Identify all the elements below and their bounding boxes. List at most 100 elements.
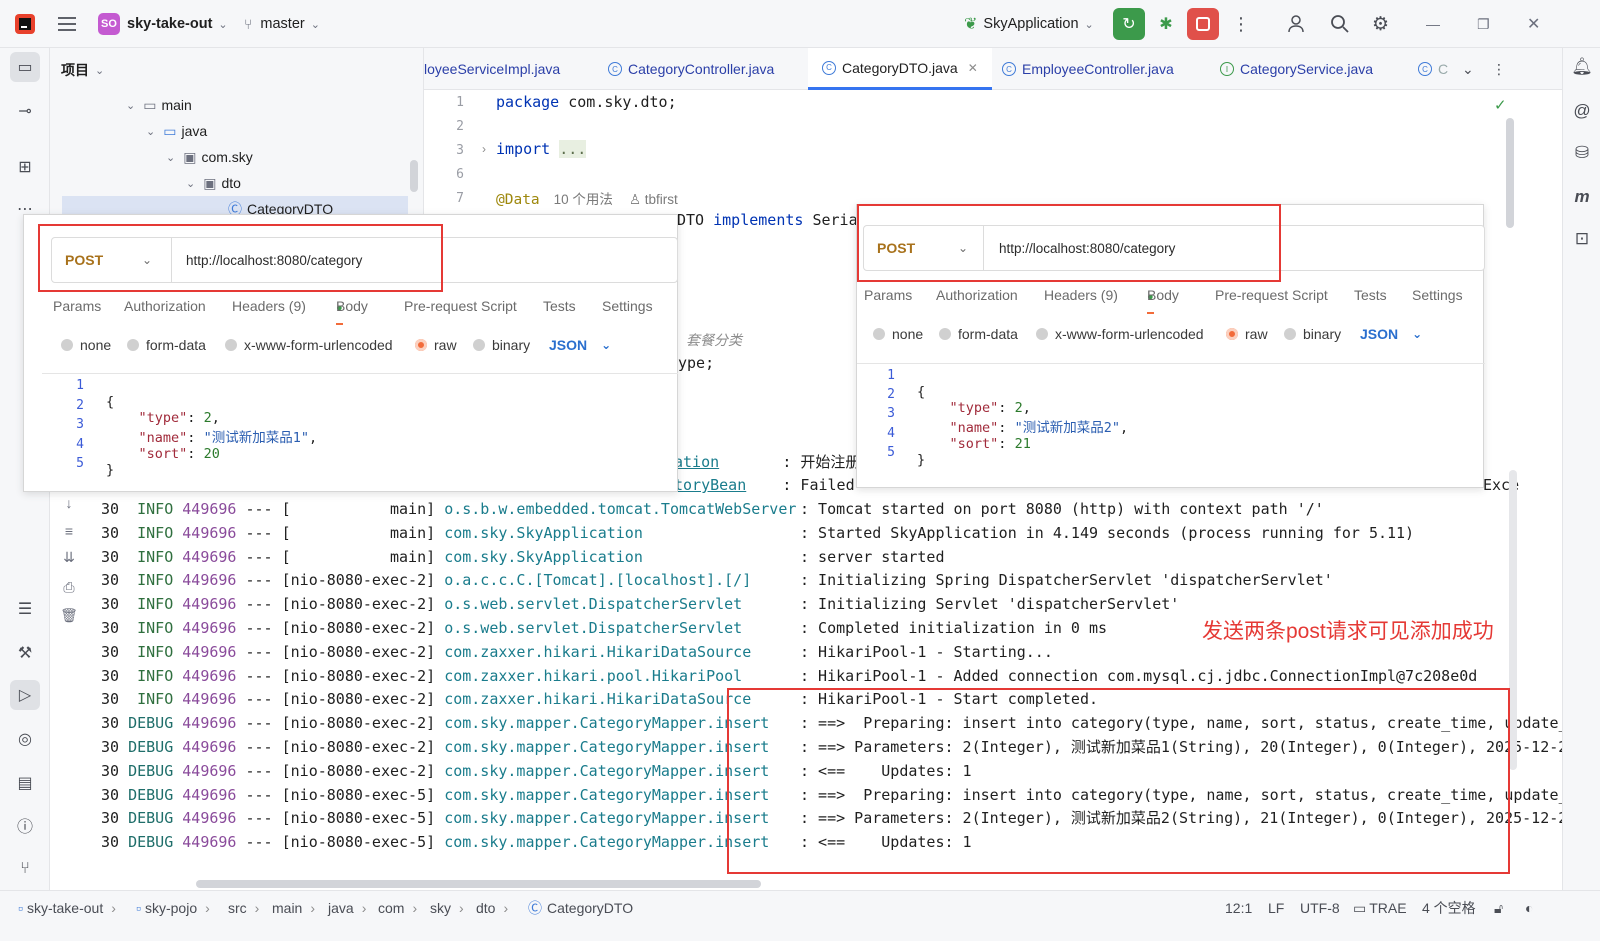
breadcrumb-item[interactable]: java › — [328, 891, 366, 925]
log-logger[interactable]: ation — [674, 453, 719, 471]
vcs-branch-widget[interactable]: ⑂ master ⌄ — [244, 0, 320, 48]
breadcrumb-item[interactable]: ▫ sky-pojo › — [136, 891, 210, 925]
debug-button[interactable]: ✱ — [1153, 0, 1179, 48]
breadcrumb-item[interactable]: sky › — [430, 891, 464, 925]
close-window-icon[interactable]: ✕ — [1527, 0, 1540, 48]
tab-params[interactable]: Params — [864, 287, 912, 303]
radio-form-data[interactable]: form-data — [127, 337, 206, 353]
notifications-bell-icon[interactable]: 🔔︎ — [1567, 52, 1597, 82]
tabs-more-icon[interactable]: ⋮ — [1492, 48, 1506, 90]
log-logger[interactable]: com.sky.mapper.CategoryMapper.insert — [444, 762, 769, 780]
print-icon[interactable]: ⎙ — [58, 576, 80, 598]
tree-node-com-sky[interactable]: ⌄ ▣ com.sky — [166, 144, 253, 170]
run-tool-icon[interactable]: ▷ — [10, 680, 40, 710]
tab-employeecontroller[interactable]: C EmployeeController.java — [1002, 48, 1174, 90]
restore-window-icon[interactable]: ❐ — [1477, 0, 1490, 48]
format-select[interactable]: JSON ⌄ — [1360, 326, 1422, 342]
clear-all-icon[interactable]: 🗑︎ — [58, 604, 80, 626]
log-logger[interactable]: com.zaxxer.hikari.HikariDataSource — [444, 643, 751, 661]
terminal-tool-icon[interactable]: ▤ — [10, 768, 40, 798]
indent-setting[interactable]: 4 个空格 — [1422, 891, 1476, 925]
scroll-down-icon[interactable]: ↓ — [58, 492, 80, 514]
maven-icon[interactable]: m — [1567, 182, 1597, 212]
trae-plugin-widget[interactable]: ▭ TRAE — [1353, 891, 1407, 925]
tab-tests[interactable]: Tests — [543, 298, 576, 314]
more-actions-icon[interactable]: ⋮ — [1232, 0, 1250, 48]
console-h-scrollbar[interactable] — [196, 880, 761, 888]
breadcrumb-item[interactable]: main › — [272, 891, 315, 925]
search-icon[interactable] — [1330, 0, 1350, 48]
log-logger[interactable]: o.s.web.servlet.DispatcherServlet — [444, 619, 742, 637]
radio-form-data[interactable]: form-data — [939, 326, 1018, 342]
tab-body[interactable]: Body ● — [336, 298, 368, 325]
log-logger[interactable]: com.sky.mapper.CategoryMapper.insert — [444, 714, 769, 732]
log-logger[interactable]: com.zaxxer.hikari.pool.HikariPool — [444, 667, 742, 685]
app-logo-icon[interactable] — [14, 0, 36, 48]
main-menu-icon[interactable] — [56, 0, 78, 48]
project-tool-icon[interactable]: ▭ — [10, 52, 40, 82]
log-logger[interactable]: o.s.b.w.embedded.tomcat.TomcatWebServer — [444, 500, 796, 518]
format-select[interactable]: JSON ⌄ — [549, 337, 611, 353]
breadcrumb-item[interactable]: com › — [378, 891, 417, 925]
log-logger[interactable]: com.sky.mapper.CategoryMapper.insert — [444, 809, 769, 827]
log-logger[interactable]: o.s.web.servlet.DispatcherServlet — [444, 595, 742, 613]
breadcrumb-item[interactable]: Ⓒ CategoryDTO — [528, 891, 633, 925]
log-logger[interactable]: com.sky.SkyApplication — [444, 524, 643, 542]
tab-categoryservice[interactable]: I CategoryService.java — [1220, 48, 1373, 90]
log-logger[interactable]: com.zaxxer.hikari.HikariDataSource — [444, 690, 751, 708]
file-encoding[interactable]: UTF-8 — [1300, 891, 1340, 925]
radio-binary[interactable]: binary — [1284, 326, 1341, 342]
log-logger[interactable]: com.sky.SkyApplication — [444, 548, 643, 566]
tab-overflow[interactable]: CC — [1418, 48, 1448, 90]
radio-binary[interactable]: binary — [473, 337, 530, 353]
log-logger[interactable]: com.sky.mapper.CategoryMapper.insert — [444, 833, 769, 851]
tab-settings[interactable]: Settings — [1412, 287, 1463, 303]
memory-indicator-icon[interactable]: ◐ — [1525, 891, 1533, 925]
tree-node-main[interactable]: ⌄ ▭ main — [126, 92, 192, 118]
tab-employeeserviceimpl[interactable]: loyeeServiceImpl.java — [424, 48, 560, 90]
ai-assistant-icon[interactable]: @ — [1567, 96, 1597, 126]
radio-none[interactable]: none — [873, 326, 923, 342]
editor-scrollbar[interactable] — [1506, 118, 1514, 228]
folded-imports[interactable]: ... — [559, 140, 587, 158]
breadcrumb-item[interactable]: ▫ sky-take-out › — [18, 891, 116, 925]
caret-position[interactable]: 12:1 — [1225, 891, 1252, 925]
build-hammer-icon[interactable]: ⚒ — [10, 638, 40, 668]
tab-pre-request-script[interactable]: Pre-request Script — [1215, 287, 1328, 303]
tree-scrollbar[interactable] — [410, 160, 418, 192]
tab-tests[interactable]: Tests — [1354, 287, 1387, 303]
services-tool-icon[interactable]: ◎ — [10, 724, 40, 754]
console-v-scrollbar[interactable] — [1509, 470, 1517, 770]
tabs-dropdown-icon[interactable]: ⌄ — [1462, 48, 1474, 90]
structure-tool-icon[interactable]: ⊞ — [10, 152, 40, 182]
radio-raw[interactable]: raw — [415, 337, 457, 353]
code-with-me-icon[interactable] — [1287, 0, 1307, 48]
usages-hint[interactable]: 10 个用法 — [554, 192, 613, 207]
json-body-editor[interactable]: { "type": 2, "name": "测试新加菜品1", "sort": … — [106, 378, 317, 478]
minimize-window-icon[interactable]: — — [1426, 0, 1440, 48]
log-logger[interactable]: toryBean — [674, 476, 746, 494]
radio-raw[interactable]: raw — [1226, 326, 1268, 342]
tab-settings[interactable]: Settings — [602, 298, 653, 314]
log-logger[interactable]: com.sky.mapper.CategoryMapper.insert — [444, 738, 769, 756]
project-switcher[interactable]: SO sky-take-out ⌄ — [98, 0, 228, 48]
settings-gear-icon[interactable]: ⚙ — [1372, 0, 1389, 48]
git-tool-icon[interactable]: ⑂ — [10, 854, 40, 884]
database-icon[interactable]: ⛁ — [1567, 138, 1597, 168]
run-config-selector[interactable]: ❦ SkyApplication ⌄ — [964, 0, 1094, 48]
line-separator[interactable]: LF — [1268, 891, 1284, 925]
rerun-button[interactable]: ↻ — [1113, 0, 1145, 48]
tab-body[interactable]: Body ● — [1147, 287, 1179, 314]
json-body-editor[interactable]: { "type": 2, "name": "测试新加菜品2", "sort": … — [917, 368, 1128, 468]
fold-chevron-icon[interactable]: › — [482, 142, 486, 156]
log-logger[interactable]: com.sky.mapper.CategoryMapper.insert — [444, 786, 769, 804]
log-logger[interactable]: o.a.c.c.C.[Tomcat].[localhost].[/] — [444, 571, 751, 589]
tab-categorycontroller[interactable]: C CategoryController.java — [608, 48, 774, 90]
commit-tool-icon[interactable]: ⊸ — [10, 96, 40, 126]
tab-headers[interactable]: Headers (9) — [1044, 287, 1118, 303]
tab-authorization[interactable]: Authorization — [936, 287, 1018, 303]
tab-pre-request-script[interactable]: Pre-request Script — [404, 298, 517, 314]
tab-categorydto[interactable]: C CategoryDTO.java ✕ — [808, 48, 992, 90]
tree-node-dto[interactable]: ⌄ ▣ dto — [186, 170, 241, 196]
breadcrumb-item[interactable]: src › — [228, 891, 259, 925]
